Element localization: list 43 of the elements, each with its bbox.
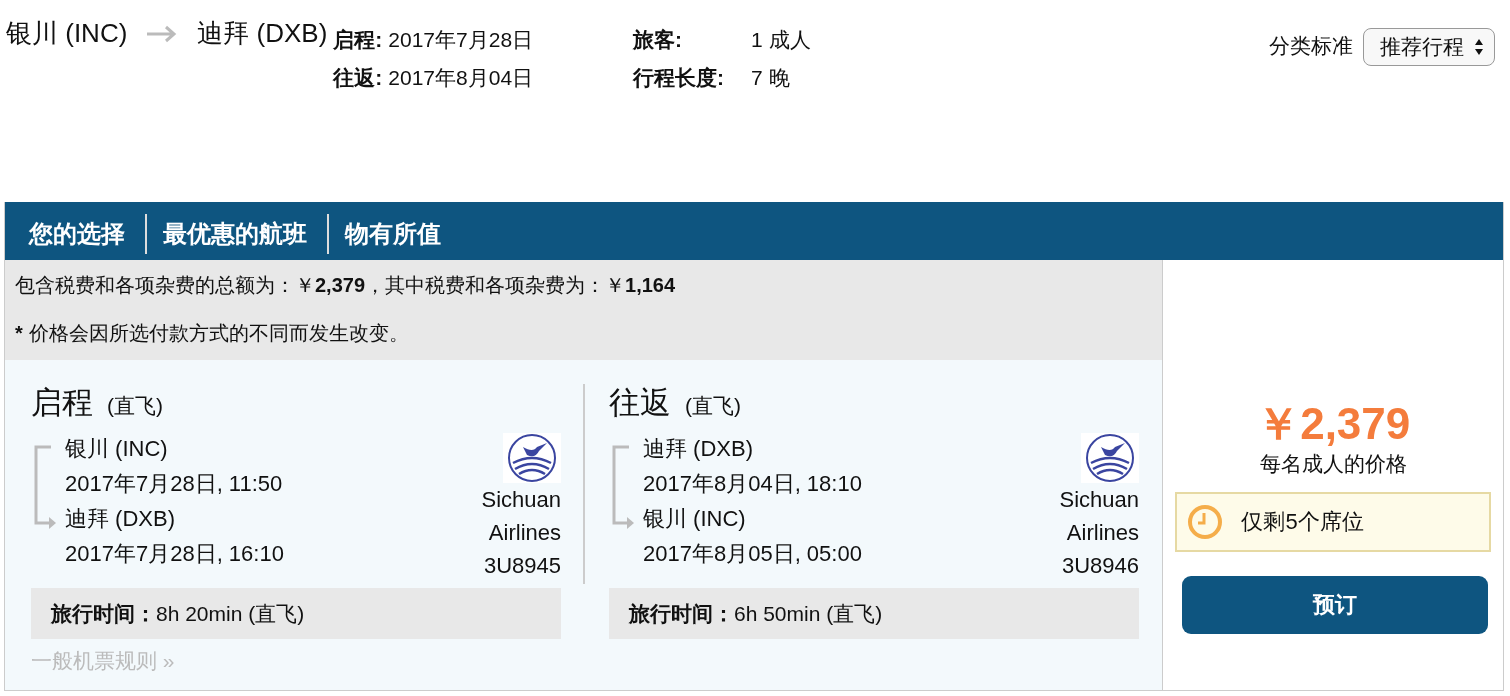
- departure-place: 银川 (INC): [65, 434, 169, 463]
- arrival-place: 银川 (INC): [643, 504, 747, 533]
- origin-city: 银川 (INC): [6, 17, 128, 50]
- airline-name: Sichuan Airlines: [1059, 485, 1139, 547]
- info-value: 2017年7月28日: [388, 27, 534, 53]
- tab[interactable]: 您的选择: [13, 214, 147, 254]
- travel-time: 旅行时间：6h 50min (直飞): [609, 587, 1139, 639]
- asterisk-mark: *: [15, 322, 23, 344]
- price-amount: ￥2,379: [1255, 400, 1412, 448]
- bird-logo-icon: [1081, 432, 1139, 483]
- departure-time: 2017年8月04日, 18:10: [643, 469, 862, 498]
- info-value: 2017年8月04日: [388, 64, 534, 91]
- info-label: 行程长度:: [633, 64, 726, 91]
- travel-time: 旅行时间：8h 20min (直飞): [31, 587, 561, 639]
- tab[interactable]: 物有所值: [329, 214, 461, 254]
- sort-label: 分类标准: [1269, 33, 1353, 59]
- tab[interactable]: 最优惠的航班: [147, 214, 329, 254]
- flight-number: 3U8946: [1061, 551, 1139, 580]
- info-value: 1 成人: [751, 27, 811, 53]
- clock-icon: [1187, 503, 1224, 540]
- info-value: 7 晚: [751, 64, 791, 91]
- info-label: 旅客:: [633, 27, 684, 53]
- info-label: 启程:: [333, 27, 383, 53]
- destination-city: 迪拜 (DXB): [197, 17, 328, 50]
- leg-subtitle: (直飞): [107, 393, 163, 419]
- price-note: 价格会因所选付款方式的不同而发生改变。: [28, 322, 409, 344]
- price-caption: 每名成人的价格: [1258, 451, 1408, 477]
- leg-subtitle: (直飞): [685, 393, 741, 419]
- seats-text: 仅剩5个席位: [1241, 508, 1364, 536]
- arrival-time: 2017年7月28日, 16:10: [65, 539, 284, 568]
- arrival-place: 迪拜 (DXB): [65, 504, 176, 533]
- sort-select[interactable]: 推荐行程: [1363, 28, 1495, 66]
- leg-title: 往返: [609, 384, 671, 422]
- price-summary: 包含税费和各项杂费的总额为：￥2,379，其中税费和各项杂费为：￥1,164: [15, 273, 677, 298]
- departure-time: 2017年7月28日, 11:50: [65, 469, 284, 498]
- arrival-time: 2017年8月05日, 05:00: [643, 539, 862, 568]
- flight-number: 3U8945: [483, 551, 561, 580]
- bird-logo-icon: [503, 432, 561, 483]
- leg-title: 启程: [31, 384, 93, 422]
- info-label: 往返:: [333, 64, 383, 91]
- airline-name: Sichuan Airlines: [481, 485, 561, 547]
- book-button[interactable]: 预订: [1182, 575, 1489, 634]
- departure-place: 迪拜 (DXB): [643, 434, 754, 463]
